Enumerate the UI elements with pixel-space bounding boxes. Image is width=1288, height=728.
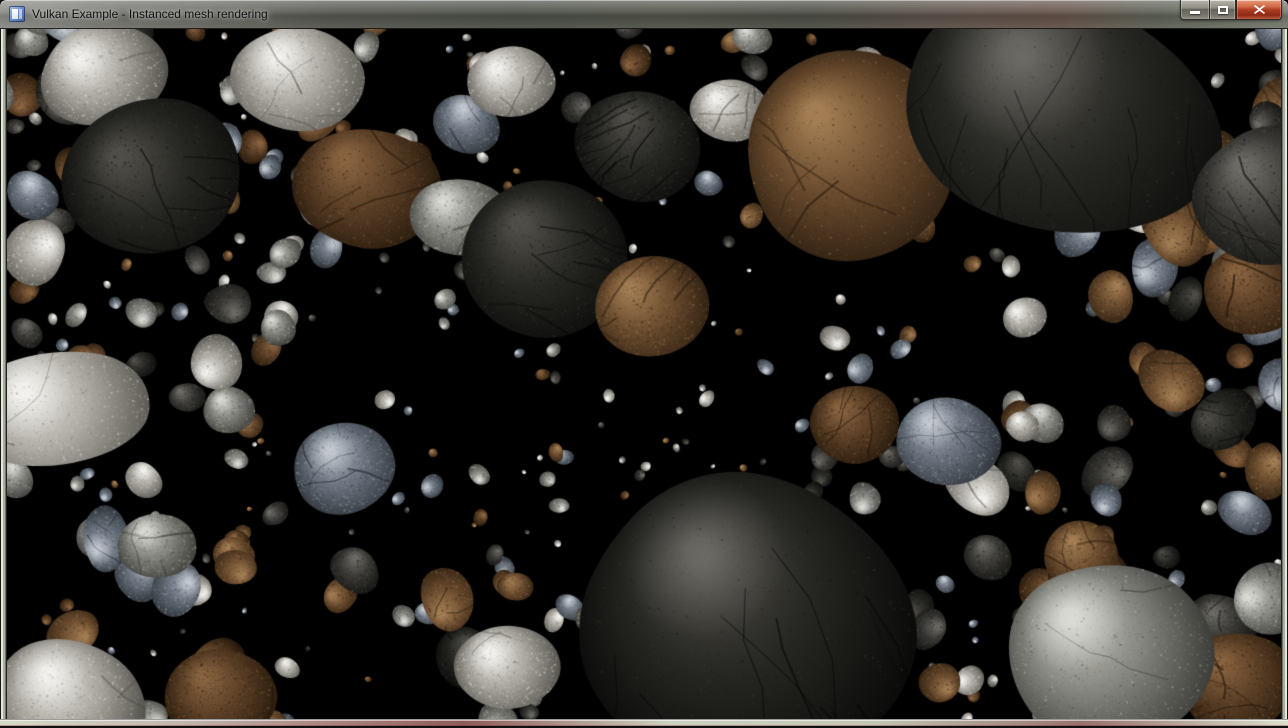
app-icon-pane2	[19, 9, 22, 19]
window-controls	[1180, 0, 1282, 20]
maximize-button[interactable]	[1209, 0, 1236, 20]
close-icon	[1254, 5, 1265, 14]
window-border-bottom[interactable]	[0, 719, 1288, 728]
app-icon[interactable]	[9, 6, 25, 22]
minimize-icon	[1190, 11, 1200, 14]
app-window: Vulkan Example - Instanced mesh renderin…	[0, 0, 1288, 728]
titlebar[interactable]: Vulkan Example - Instanced mesh renderin…	[0, 0, 1288, 29]
window-title: Vulkan Example - Instanced mesh renderin…	[32, 0, 268, 29]
window-border-left[interactable]	[0, 29, 7, 719]
vulkan-render-viewport[interactable]	[7, 29, 1281, 719]
minimize-button[interactable]	[1180, 0, 1209, 20]
window-border-right[interactable]	[1281, 29, 1288, 719]
app-icon-pane	[12, 9, 18, 19]
maximize-icon	[1218, 6, 1228, 14]
close-button[interactable]	[1236, 0, 1282, 20]
